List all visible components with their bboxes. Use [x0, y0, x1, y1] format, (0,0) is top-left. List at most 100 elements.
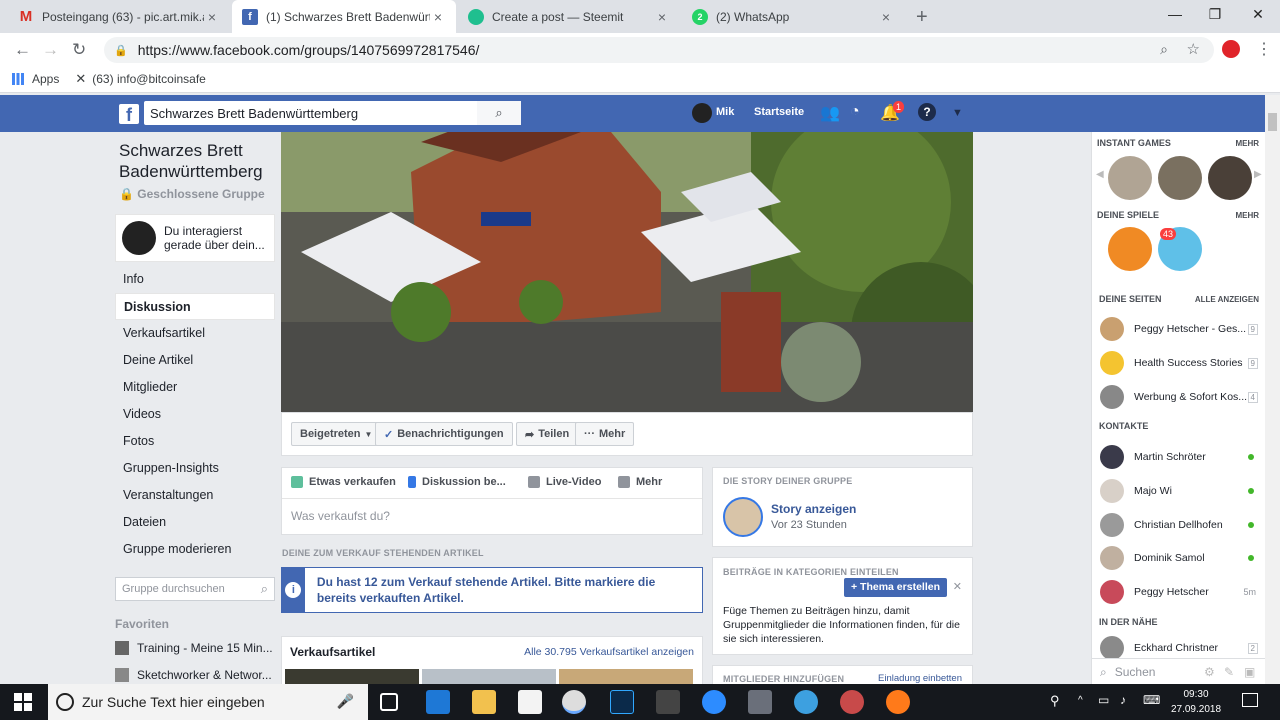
favorite-item[interactable]: Training - Meine 15 Min...	[115, 638, 275, 658]
network-icon[interactable]: ▭	[1098, 693, 1109, 707]
nav-sale-items[interactable]: Verkaufsartikel	[115, 320, 275, 347]
profile-link[interactable]: Mik	[716, 106, 734, 118]
facebook-logo-icon[interactable]: f	[119, 104, 139, 125]
new-tab-icon[interactable]: +	[916, 6, 928, 29]
maximize-icon[interactable]: ❐	[1205, 6, 1225, 23]
bookmark-mail[interactable]: ✕ (63) info@bitcoinsafe	[75, 71, 205, 87]
nav-videos[interactable]: Videos	[115, 401, 275, 428]
game-thumbnail[interactable]	[1158, 156, 1202, 200]
nav-files[interactable]: Dateien	[115, 509, 275, 536]
zoom-app-icon[interactable]	[702, 690, 726, 714]
window-close-icon[interactable]: ✕	[1248, 6, 1268, 23]
page-item[interactable]: Peggy Hetscher - Ges... 9	[1100, 315, 1260, 343]
basketball-game-icon[interactable]	[1108, 227, 1152, 271]
chevron-right-icon[interactable]: ▶	[1254, 169, 1262, 180]
all-sale-items-link[interactable]: Alle 30.795 Verkaufsartikel anzeigen	[524, 646, 694, 658]
cover-photo[interactable]	[281, 132, 973, 412]
tray-chevron-icon[interactable]: ^	[1078, 695, 1083, 706]
bookmark-star-icon[interactable]: ☆	[1187, 40, 1200, 58]
game-thumbnail[interactable]	[1208, 156, 1252, 200]
embed-invite-link[interactable]: Einladung einbetten	[878, 673, 962, 684]
tab-whatsapp[interactable]: 2 (2) WhatsApp ×	[682, 0, 904, 33]
calculator-icon[interactable]	[656, 690, 680, 714]
contact-item[interactable]: Martin Schröter	[1100, 443, 1260, 471]
contact-item[interactable]: Peggy Hetscher 5m	[1100, 578, 1260, 606]
tab-more[interactable]: Mehr	[618, 476, 662, 488]
chevron-down-icon[interactable]: ▼	[952, 107, 963, 119]
create-topic-button[interactable]: + Thema erstellen	[844, 578, 947, 597]
microphone-icon[interactable]: 🎤	[337, 693, 354, 710]
menu-icon[interactable]: ⋮	[1256, 39, 1272, 59]
nav-moderate[interactable]: Gruppe moderieren	[115, 536, 275, 563]
store-icon[interactable]	[518, 690, 542, 714]
close-icon[interactable]: ×	[430, 9, 446, 25]
nav-events[interactable]: Veranstaltungen	[115, 482, 275, 509]
scrollbar-thumb[interactable]	[1268, 113, 1277, 131]
file-explorer-icon[interactable]	[472, 690, 496, 714]
contact-item[interactable]: Majo Wi	[1100, 477, 1260, 505]
nav-my-items[interactable]: Deine Artikel	[115, 347, 275, 374]
nav-info[interactable]: Info	[115, 266, 275, 293]
cloud-app-icon[interactable]	[794, 690, 818, 714]
close-icon[interactable]: ✕	[953, 580, 962, 593]
group-title[interactable]: Schwarzes Brett Badenwürttemberg	[115, 140, 275, 182]
notifications-button[interactable]: ✓ Benachrichtigungen	[375, 422, 513, 446]
edge-icon[interactable]	[426, 690, 450, 714]
chat-search-input[interactable]: ⌕ Suchen ⚙ ✎ ▣	[1092, 658, 1265, 685]
taskbar-clock[interactable]: 09:30 27.09.2018	[1168, 687, 1224, 717]
minimize-icon[interactable]: —	[1165, 6, 1185, 22]
extension-icon[interactable]	[1222, 40, 1240, 58]
home-link[interactable]: Startseite	[754, 106, 804, 118]
favorite-item[interactable]: Sketchworker & Networ...	[115, 665, 275, 685]
gear-icon[interactable]: ⚙	[1204, 665, 1215, 679]
app-icon[interactable]	[840, 690, 864, 714]
share-button[interactable]: ➦ Teilen	[516, 422, 579, 446]
joined-button[interactable]: Beigetreten ▼	[291, 422, 382, 446]
taskbar-search-input[interactable]: Zur Suche Text hier eingeben 🎤	[48, 684, 368, 720]
tab-live-video[interactable]: Live-Video	[528, 476, 601, 488]
contact-item[interactable]: Dominik Samol	[1100, 544, 1260, 572]
tab-discussion[interactable]: Diskussion be...	[408, 476, 506, 488]
windows-start-icon[interactable]	[14, 693, 32, 711]
chevron-left-icon[interactable]: ◀	[1096, 169, 1104, 180]
back-icon[interactable]: ←	[14, 40, 31, 60]
story-avatar[interactable]	[723, 497, 763, 537]
close-icon[interactable]: ×	[204, 9, 220, 25]
acting-as-card[interactable]: Du interagierst gerade über dein...	[115, 214, 275, 262]
nav-members[interactable]: Mitglieder	[115, 374, 275, 401]
story-link[interactable]: Story anzeigen	[771, 502, 856, 516]
tab-sell[interactable]: Etwas verkaufen	[291, 476, 396, 488]
close-icon[interactable]: ×	[878, 9, 894, 25]
page-item[interactable]: Werbung & Sofort Kos... 4	[1100, 383, 1260, 411]
people-icon[interactable]: ⚲	[1050, 693, 1060, 709]
video-editor-icon[interactable]	[748, 690, 772, 714]
nav-insights[interactable]: Gruppen-Insights	[115, 455, 275, 482]
nav-discussion[interactable]: Diskussion	[115, 293, 275, 320]
close-icon[interactable]: ×	[654, 9, 670, 25]
composer-input[interactable]: Was verkaufst du?	[291, 509, 390, 523]
tab-steemit[interactable]: Create a post — Steemit ×	[458, 0, 680, 33]
more-button[interactable]: ··· Mehr	[575, 422, 635, 446]
zoom-icon[interactable]: ⌕	[1160, 41, 1168, 58]
facebook-search-input[interactable]: Schwarzes Brett Badenwürttemberg ⌕	[144, 101, 521, 125]
my-games-more-link[interactable]: MEHR	[1235, 211, 1259, 220]
group-chat-icon[interactable]: ▣	[1244, 665, 1255, 679]
task-view-icon[interactable]	[380, 693, 398, 711]
help-icon[interactable]: ?	[918, 103, 936, 121]
chrome-icon[interactable]	[562, 690, 586, 714]
game-thumbnail[interactable]	[1108, 156, 1152, 200]
photoshop-icon[interactable]	[610, 690, 634, 714]
bookmark-apps[interactable]: Apps	[12, 72, 59, 86]
forward-icon[interactable]: →	[42, 40, 59, 60]
sale-notice[interactable]: i Du hast 12 zum Verkauf stehende Artike…	[281, 567, 703, 613]
instant-games-more-link[interactable]: MEHR	[1235, 139, 1259, 148]
volume-icon[interactable]: ♪	[1120, 693, 1126, 707]
messenger-icon[interactable]: ◔	[850, 103, 860, 121]
page-scrollbar[interactable]	[1265, 95, 1280, 685]
address-bar[interactable]: 🔒 https://www.facebook.com/groups/140756…	[104, 37, 1214, 63]
compose-icon[interactable]: ✎	[1224, 665, 1234, 679]
friends-icon[interactable]: 👥	[820, 103, 840, 123]
contact-item[interactable]: Christian Dellhofen	[1100, 511, 1260, 539]
search-icon[interactable]: ⌕	[477, 101, 521, 125]
avatar[interactable]	[692, 103, 712, 123]
